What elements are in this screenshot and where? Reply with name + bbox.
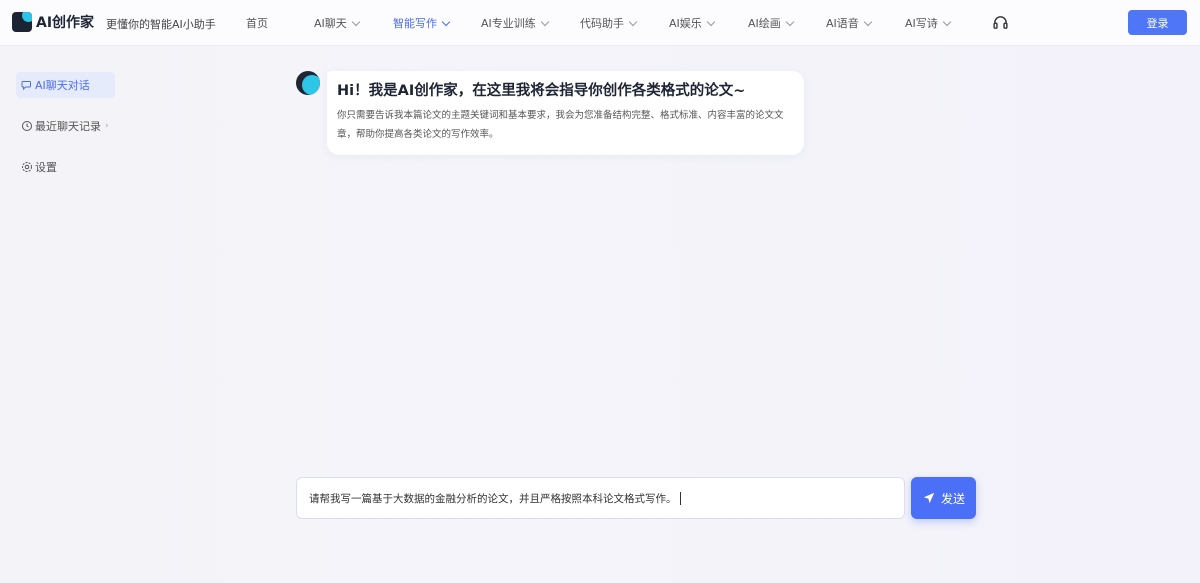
- nav-ai-painting[interactable]: AI绘画: [748, 15, 795, 31]
- nav-label: AI聊天: [314, 17, 347, 30]
- nav-home[interactable]: 首页: [246, 15, 268, 31]
- nav-label: 代码助手: [580, 17, 624, 30]
- login-button[interactable]: 登录: [1128, 10, 1187, 35]
- sidebar-item-ai-chat[interactable]: AI聊天对话: [16, 72, 115, 98]
- text-caret: [679, 491, 681, 505]
- chevron-right-icon: ›: [105, 121, 109, 131]
- assistant-avatar: [296, 71, 320, 95]
- nav-label: 智能写作: [393, 17, 437, 30]
- nav-label: AI绘画: [748, 17, 781, 30]
- logo-text: AI创作家: [36, 15, 95, 31]
- paper-plane-icon: [923, 492, 935, 504]
- nav-label: AI写诗: [905, 17, 938, 30]
- greeting-title: Hi！我是AI创作家，在这里我将会指导你创作各类格式的论文~: [337, 83, 746, 99]
- headset-icon[interactable]: [992, 14, 1009, 31]
- nav-label: AI娱乐: [669, 17, 702, 30]
- gear-icon: [22, 162, 32, 172]
- sidebar-item-label: AI聊天对话: [35, 79, 90, 92]
- greeting-body: 你只需要告诉我本篇论文的主题关键词和基本要求，我会为您准备结构完整、格式标准、内…: [337, 110, 784, 140]
- chevron-down-icon: [942, 17, 952, 26]
- nav-label: 首页: [246, 17, 268, 30]
- chat-bubble-icon: [21, 81, 31, 91]
- chevron-down-icon: [785, 17, 795, 26]
- nav-label: AI语音: [826, 17, 859, 30]
- nav-code-assistant[interactable]: 代码助手: [580, 15, 638, 31]
- send-label: 发送: [940, 491, 965, 506]
- assistant-message-bubble: Hi！我是AI创作家，在这里我将会指导你创作各类格式的论文~ 你只需要告诉我本篇…: [327, 71, 804, 155]
- prompt-input[interactable]: 请帮我写一篇基于大数据的金融分析的论文，并且严格按照本科论文格式写作。: [296, 477, 905, 519]
- nav-ai-poetry[interactable]: AI写诗: [905, 15, 952, 31]
- nav-ai-training[interactable]: AI专业训练: [481, 15, 550, 31]
- chevron-down-icon: [863, 17, 873, 26]
- top-navbar: AI创作家 更懂你的智能AI小助手 首页 AI聊天 智能写作 AI专业训练 代码…: [0, 0, 1200, 46]
- slogan: 更懂你的智能AI小助手: [106, 18, 216, 31]
- nav-ai-chat[interactable]: AI聊天: [314, 15, 361, 31]
- sidebar-item-label: 最近聊天记录: [35, 120, 101, 133]
- nav-ai-entertainment[interactable]: AI娱乐: [669, 15, 716, 31]
- chevron-down-icon: [706, 17, 716, 26]
- send-button[interactable]: 发送: [911, 477, 976, 519]
- sidebar-item-settings[interactable]: 设置: [16, 154, 115, 180]
- sidebar-item-recent-chats[interactable]: 最近聊天记录 ›: [16, 113, 115, 139]
- sidebar-item-label: 设置: [35, 161, 57, 174]
- nav-label: AI专业训练: [481, 17, 536, 30]
- chevron-down-icon: [351, 17, 361, 26]
- logo[interactable]: AI创作家: [12, 12, 94, 32]
- nav-smart-writing[interactable]: 智能写作: [393, 15, 451, 31]
- sidebar: AI聊天对话 最近聊天记录 › 设置: [0, 46, 120, 583]
- nav-ai-voice[interactable]: AI语音: [826, 15, 873, 31]
- chevron-down-icon: [628, 17, 638, 26]
- clock-icon: [22, 121, 32, 131]
- chevron-down-icon: [441, 17, 451, 26]
- logo-icon: [12, 12, 32, 32]
- chevron-down-icon: [540, 17, 550, 26]
- prompt-input-text: 请帮我写一篇基于大数据的金融分析的论文，并且严格按照本科论文格式写作。: [309, 492, 677, 505]
